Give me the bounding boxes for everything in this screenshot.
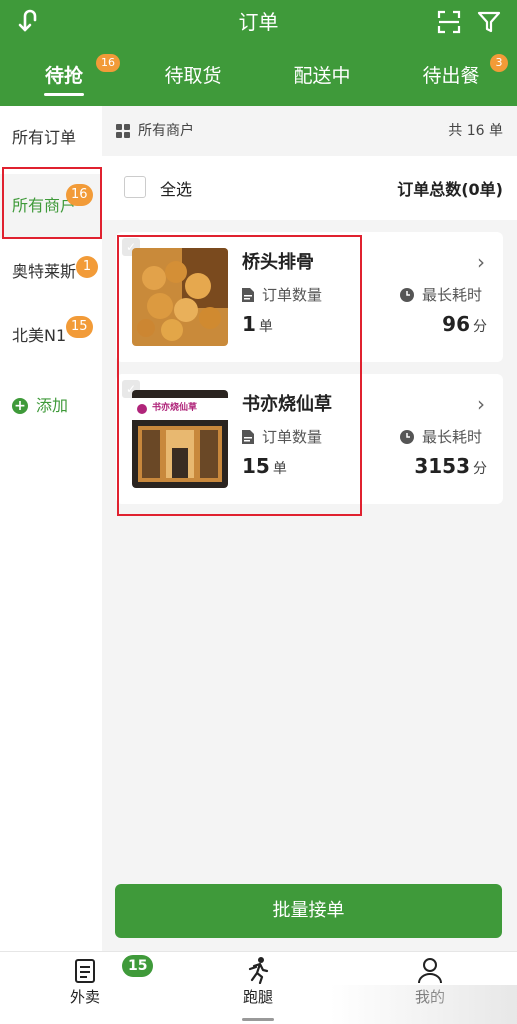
sidebar-item-all-orders[interactable]: 所有订单 [0,106,102,170]
sidebar-item-label: 奥特莱斯 [12,262,77,281]
nav-label: 跑腿 [242,988,273,1006]
top-bar: 订单 [0,0,517,44]
nav-label: 外卖 [69,988,100,1006]
tab-label: 待取货 [164,65,222,87]
chevron-right-icon[interactable]: › [477,250,485,274]
order-tabs: 待抢 16 待取货 配送中 待出餐 3 [0,52,517,102]
nav-badge: 15 [122,955,154,977]
tab-label: 待出餐 [422,65,480,87]
scan-icon[interactable] [436,9,462,35]
merchant-filter-label[interactable]: 所有商户 [138,120,194,140]
clock-icon [400,287,414,302]
total-count: 共 16 单 [448,123,503,139]
home-indicator [242,1018,274,1021]
highlight-box [2,167,102,239]
tab-pending-pickup[interactable]: 待取货 [133,52,253,102]
header: 订单 待抢 16 待取货 配送中 待出餐 3 [0,0,517,106]
sidebar-item-label: 北美N1 [12,326,67,345]
merchant-bar: 所有商户 共 16 单 [102,106,517,156]
plus-icon: + [12,398,28,414]
clipboard-icon [75,959,95,983]
fade-overlay [330,985,517,1024]
sidebar-badge: 15 [66,316,93,338]
time-label-text: 最长耗时 [422,428,483,446]
select-all-checkbox[interactable] [124,176,146,198]
main-content: 所有商户 共 16 单 全选 订单总数(0单) ✓ 桥头排骨 › 订单数量 最长… [102,106,517,951]
highlight-box [117,235,362,516]
tab-underline [44,93,84,96]
tab-delivering[interactable]: 配送中 [262,52,382,102]
sidebar-item-label: 所有订单 [12,128,77,147]
max-time-unit: 分 [473,461,487,477]
max-time-value: 96 [442,312,470,336]
time-label-text: 最长耗时 [422,286,483,304]
user-icon [418,958,442,984]
max-time: 3153 分 [414,454,487,478]
sidebar-badge: 1 [76,256,98,278]
max-time-unit: 分 [473,319,487,335]
select-all-bar: 全选 订单总数(0单) [102,156,517,220]
filter-icon[interactable] [476,9,502,35]
max-time: 96 分 [442,312,487,336]
chevron-right-icon[interactable]: › [477,392,485,416]
sidebar-item-outlets[interactable]: 奥特莱斯 1 [0,240,102,304]
sidebar-add-button[interactable]: + 添加 [0,374,102,438]
clock-icon [400,429,414,444]
max-time-label: 最长耗时 [400,426,482,447]
max-time-label: 最长耗时 [400,284,482,305]
nav-item-errand[interactable]: 跑腿 [193,956,323,1007]
tab-badge: 16 [96,54,120,72]
tab-badge: 3 [490,54,508,72]
max-time-value: 3153 [414,454,470,478]
grid-icon [116,124,130,138]
sidebar-item-beimei-n1[interactable]: 北美N1 15 [0,304,102,368]
tab-label: 待抢 [44,65,83,87]
runner-icon [248,957,269,984]
select-all-label[interactable]: 全选 [160,176,192,200]
order-total: 订单总数(0单) [397,180,503,199]
batch-accept-button[interactable]: 批量接单 [115,884,502,938]
tab-label: 配送中 [293,65,351,87]
sidebar-add-label: 添加 [36,396,69,415]
